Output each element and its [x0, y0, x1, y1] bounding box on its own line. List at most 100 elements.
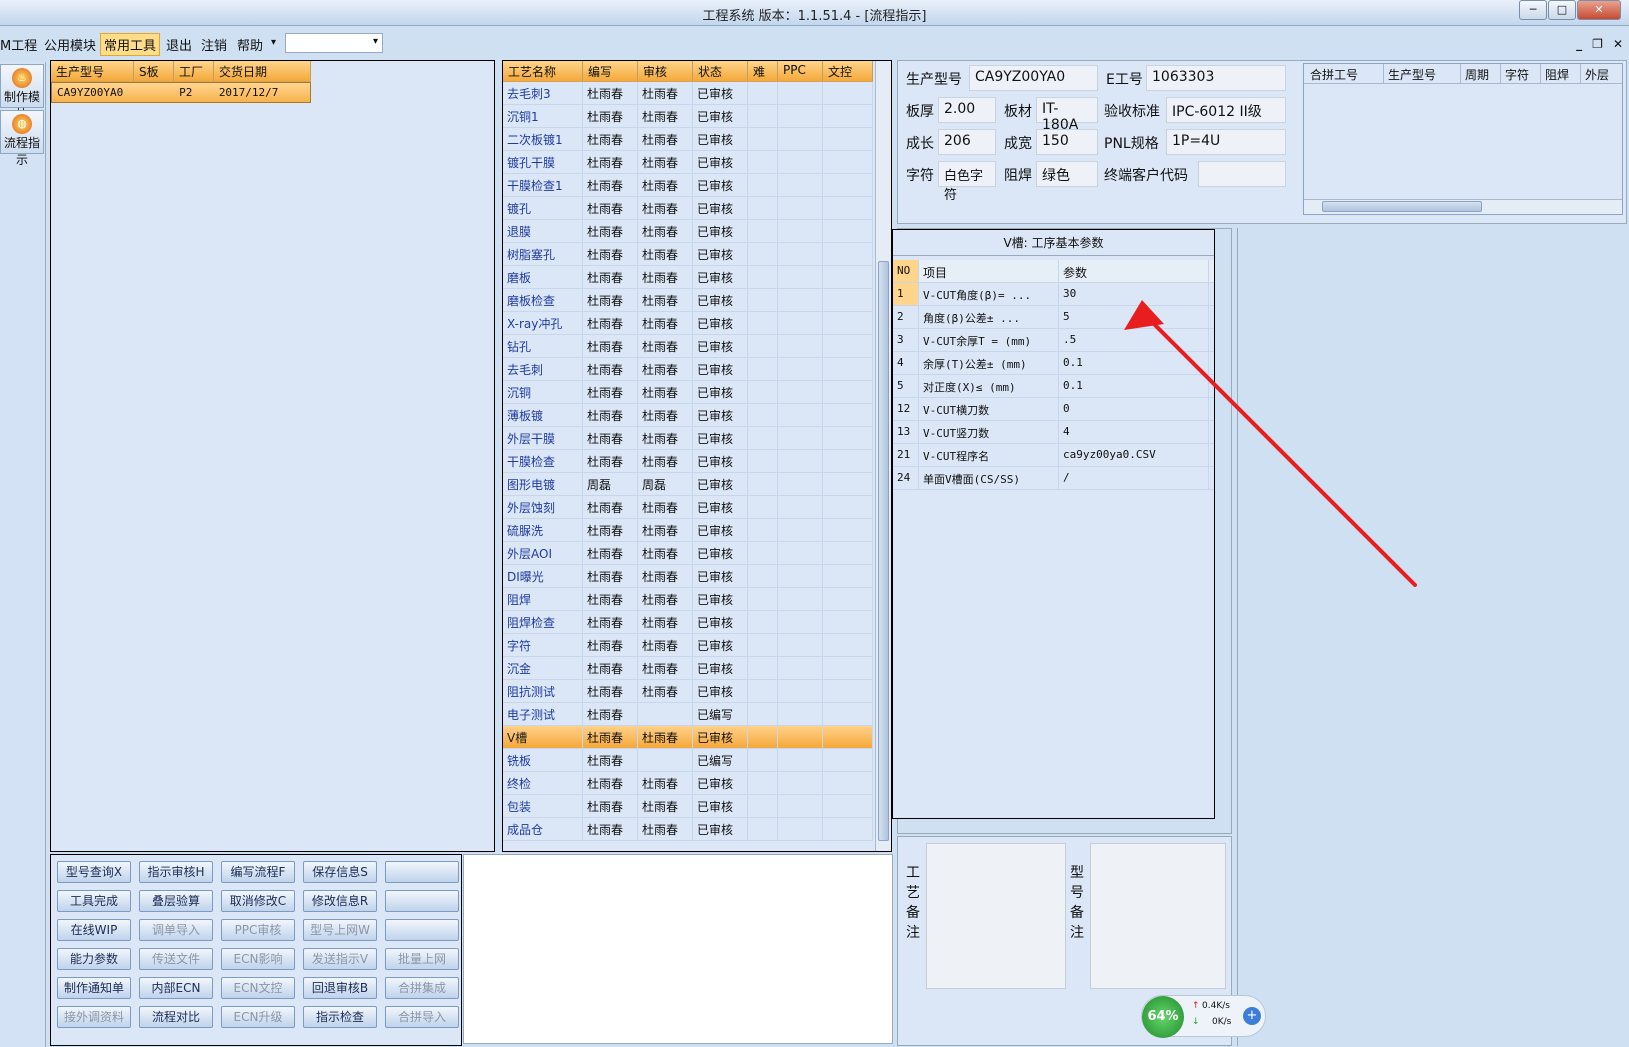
table-row[interactable]: 镀孔 杜雨春 杜雨春 已审核 [503, 197, 873, 220]
field-e-no[interactable]: 1063303 [1146, 65, 1286, 91]
close-button[interactable]: ✕ [1577, 0, 1621, 20]
command-button-r2c0[interactable]: 在线WIP [57, 919, 131, 941]
menu-logout[interactable]: 注销 [201, 35, 227, 54]
table-row[interactable]: 退膜 杜雨春 杜雨春 已审核 [503, 220, 873, 243]
table-row[interactable]: 阻焊检查 杜雨春 杜雨春 已审核 [503, 611, 873, 634]
command-button-r5c1[interactable]: 流程对比 [139, 1006, 213, 1028]
col-factory[interactable]: 工厂 [174, 61, 214, 81]
table-row[interactable]: 沉金 杜雨春 杜雨春 已审核 [503, 657, 873, 680]
field-customer-code[interactable] [1198, 161, 1286, 187]
table-row[interactable]: CA9YZ00YA0 P2 2017/12/7 [51, 82, 311, 103]
table-row[interactable]: 外层干膜 杜雨春 杜雨春 已审核 [503, 427, 873, 450]
table-row[interactable]: 磨板检查 杜雨春 杜雨春 已审核 [503, 289, 873, 312]
side-flow-indicator-button[interactable]: ◍ 流程指示 [0, 110, 44, 167]
table-row[interactable]: 包装 杜雨春 杜雨春 已审核 [503, 795, 873, 818]
command-button-r3c1[interactable]: 传送文件 [139, 948, 213, 970]
process-scrollbar[interactable] [875, 61, 891, 851]
command-button-r4c0[interactable]: 制作通知单 [57, 977, 131, 999]
command-button-r1c4[interactable] [385, 890, 459, 912]
table-row[interactable]: 字符 杜雨春 杜雨春 已审核 [503, 634, 873, 657]
col-merge-mask[interactable]: 阻焊 [1541, 64, 1581, 83]
field-char[interactable]: 白色字符 [938, 161, 996, 203]
process-notes-field[interactable] [926, 843, 1066, 989]
table-row[interactable]: 薄板镀 杜雨春 杜雨春 已审核 [503, 404, 873, 427]
field-production-model[interactable]: CA9YZ00YA0 [969, 65, 1098, 91]
command-button-r4c1[interactable]: 内部ECN [139, 977, 213, 999]
command-button-r3c3[interactable]: 发送指示V [303, 948, 377, 970]
col-merge-model[interactable]: 生产型号 [1384, 64, 1461, 83]
table-row[interactable]: V槽 杜雨春 杜雨春 已审核 [503, 726, 873, 749]
field-thickness[interactable]: 2.00 [938, 97, 996, 123]
table-row[interactable]: 电子测试 杜雨春 已编写 [503, 703, 873, 726]
command-button-r0c1[interactable]: 指示审核H [139, 861, 213, 883]
table-row[interactable]: 二次板镀1 杜雨春 杜雨春 已审核 [503, 128, 873, 151]
command-button-r0c0[interactable]: 型号查询X [57, 861, 131, 883]
col-delivery-date[interactable]: 交货日期 [214, 61, 311, 81]
menu-exit[interactable]: 退出 [166, 35, 192, 54]
menu-common-tools[interactable]: 常用工具 [100, 33, 161, 56]
col-reviewer[interactable]: 审核 [638, 61, 693, 81]
col-writer[interactable]: 编写 [583, 61, 638, 81]
command-button-r5c2[interactable]: ECN升级 [221, 1006, 295, 1028]
command-button-r2c2[interactable]: PPC审核 [221, 919, 295, 941]
table-row[interactable]: 磨板 杜雨春 杜雨春 已审核 [503, 266, 873, 289]
command-button-r0c4[interactable] [385, 861, 459, 883]
table-row[interactable]: 钻孔 杜雨春 杜雨春 已审核 [503, 335, 873, 358]
command-button-r3c2[interactable]: ECN影响 [221, 948, 295, 970]
minimize-button[interactable]: ─ [1519, 0, 1547, 20]
menu-overflow-arrow-icon[interactable]: ▾ [271, 37, 276, 48]
table-row[interactable]: 阻焊 杜雨春 杜雨春 已审核 [503, 588, 873, 611]
table-row[interactable]: 镀孔干膜 杜雨春 杜雨春 已审核 [503, 151, 873, 174]
field-pnl-spec[interactable]: 1P=4U [1166, 129, 1286, 155]
toolbar-combo[interactable] [285, 33, 383, 53]
table-row[interactable]: 成品仓 杜雨春 杜雨春 已审核 [503, 818, 873, 841]
command-button-r3c4[interactable]: 批量上网 [385, 948, 459, 970]
table-row[interactable]: 图形电镀 周磊 周磊 已审核 [503, 473, 873, 496]
merge-hscroll-thumb[interactable] [1322, 201, 1482, 212]
field-length[interactable]: 206 [938, 129, 996, 155]
command-button-r3c0[interactable]: 能力参数 [57, 948, 131, 970]
field-mask[interactable]: 绿色 [1036, 161, 1098, 187]
table-row[interactable]: 阻抗测试 杜雨春 杜雨春 已审核 [503, 680, 873, 703]
col-s-board[interactable]: S板 [134, 61, 174, 81]
col-ppc[interactable]: PPC [778, 61, 823, 81]
mdi-restore-button[interactable]: ❐ [1592, 37, 1603, 51]
table-row[interactable]: 树脂塞孔 杜雨春 杜雨春 已审核 [503, 243, 873, 266]
table-row[interactable]: 沉铜 杜雨春 杜雨春 已审核 [503, 381, 873, 404]
field-width[interactable]: 150 [1036, 129, 1098, 155]
col-doc-control[interactable]: 文控 [823, 61, 873, 81]
menu-engineering[interactable]: M工程 [0, 35, 37, 54]
scrollbar-thumb[interactable] [878, 261, 889, 841]
menu-common-module[interactable]: 公用模块 [44, 35, 96, 54]
table-row[interactable]: 终检 杜雨春 杜雨春 已审核 [503, 772, 873, 795]
maximize-button[interactable]: □ [1548, 0, 1576, 20]
command-button-r4c3[interactable]: 回退审核B [303, 977, 377, 999]
col-merge-outer[interactable]: 外层 [1581, 64, 1621, 83]
command-button-r2c1[interactable]: 调单导入 [139, 919, 213, 941]
command-button-r1c3[interactable]: 修改信息R [303, 890, 377, 912]
command-button-r2c3[interactable]: 型号上网W [303, 919, 377, 941]
command-button-r4c4[interactable]: 合拼集成 [385, 977, 459, 999]
command-button-r0c2[interactable]: 编写流程F [221, 861, 295, 883]
col-merge-cycle[interactable]: 周期 [1461, 64, 1501, 83]
plus-icon[interactable]: + [1243, 1007, 1261, 1025]
command-button-r5c3[interactable]: 指示检查 [303, 1006, 377, 1028]
table-row[interactable]: 去毛刺3 杜雨春 杜雨春 已审核 [503, 82, 873, 105]
command-button-r4c2[interactable]: ECN文控 [221, 977, 295, 999]
mdi-minimize-button[interactable]: _ [1576, 37, 1582, 51]
table-row[interactable]: 铣板 杜雨春 已编写 [503, 749, 873, 772]
command-button-r1c2[interactable]: 取消修改C [221, 890, 295, 912]
table-row[interactable]: 沉铜1 杜雨春 杜雨春 已审核 [503, 105, 873, 128]
col-difficulty[interactable]: 难 [748, 61, 778, 81]
table-row[interactable]: 干膜检查1 杜雨春 杜雨春 已审核 [503, 174, 873, 197]
field-acceptance-std[interactable]: IPC-6012 II级 [1166, 97, 1286, 123]
field-material[interactable]: IT-180A [1036, 97, 1098, 133]
col-merge-no[interactable]: 合拼工号 [1304, 64, 1384, 83]
col-merge-char[interactable]: 字符 [1501, 64, 1541, 83]
table-row[interactable]: DI曝光 杜雨春 杜雨春 已审核 [503, 565, 873, 588]
model-notes-field[interactable] [1090, 843, 1226, 989]
command-button-r2c4[interactable] [385, 919, 459, 941]
col-production-model[interactable]: 生产型号 [51, 61, 134, 81]
command-button-r1c0[interactable]: 工具完成 [57, 890, 131, 912]
table-row[interactable]: 干膜检查 杜雨春 杜雨春 已审核 [503, 450, 873, 473]
